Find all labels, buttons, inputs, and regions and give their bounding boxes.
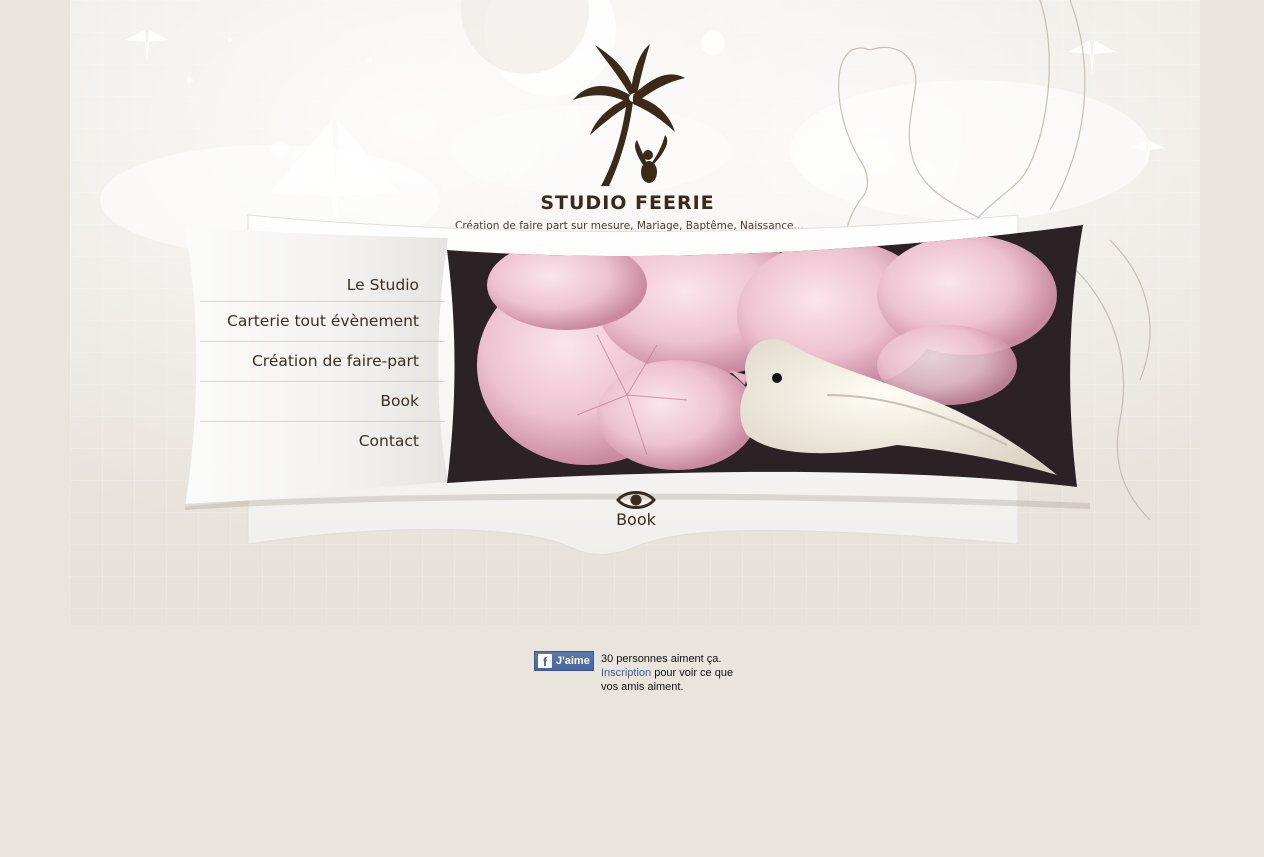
- facebook-like-text: 30 personnes aiment ça. Inscription pour…: [601, 652, 751, 694]
- facebook-f-icon: f: [538, 654, 552, 669]
- featured-photo: [447, 225, 1083, 487]
- book-tab-button[interactable]: Book: [598, 488, 674, 538]
- main-nav: Le Studio Carterie tout évènement Créati…: [200, 264, 445, 461]
- nav-item-contact[interactable]: Contact: [200, 422, 445, 461]
- nav-item-creation-faire-part[interactable]: Création de faire-part: [200, 342, 445, 382]
- nav-item-le-studio[interactable]: Le Studio: [200, 264, 445, 302]
- brand-name: STUDIO FEERIE: [540, 192, 715, 214]
- nav-item-book[interactable]: Book: [200, 382, 445, 422]
- facebook-like-count: 30 personnes aiment ça.: [601, 653, 722, 665]
- facebook-signup-link[interactable]: Inscription: [601, 667, 651, 679]
- palm-tree-fairy-logo-icon: [573, 44, 685, 186]
- facebook-like-label: J'aime: [556, 655, 590, 667]
- book-tab-label: Book: [616, 510, 656, 529]
- brand-logo[interactable]: STUDIO FEERIE Création de faire part sur…: [455, 40, 804, 240]
- nav-item-carterie[interactable]: Carterie tout évènement: [200, 302, 445, 342]
- facebook-like-button[interactable]: f J'aime: [534, 651, 594, 671]
